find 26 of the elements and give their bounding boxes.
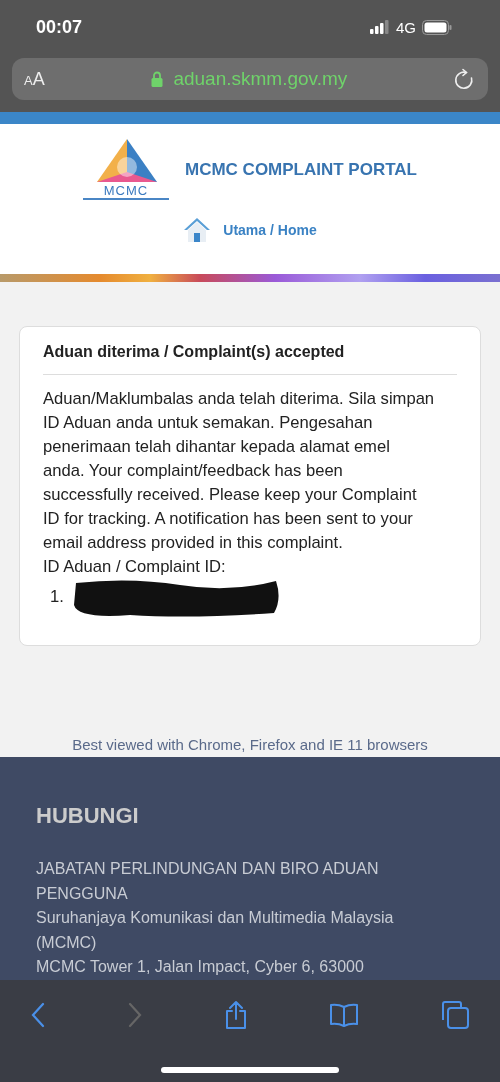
battery-icon [422, 19, 452, 35]
address-line: MCMC Tower 1, Jalan Impact, Cyber 6, 63000 [36, 957, 365, 977]
list-number: 1. [50, 586, 64, 608]
card-title: Aduan diterima / Complaint(s) accepted [43, 343, 457, 375]
share-icon [224, 1000, 248, 1030]
text-size-button[interactable]: AA [24, 68, 45, 90]
url-text: aduan.skmm.gov.my [173, 68, 348, 90]
footer-heading: HUBUNGI [36, 803, 140, 829]
clock-time: 00:07 [36, 16, 83, 38]
house-icon [183, 217, 212, 243]
address-line: Suruhanjaya Komunikasi dan Multimedia Malaysia (MCMC) [36, 908, 395, 953]
chevron-left-icon [30, 1002, 46, 1028]
portal-title: MCMC COMPLAINT PORTAL [185, 160, 417, 180]
book-icon [329, 1003, 359, 1027]
confirmation-message: Aduan/Maklumbalas anda telah diterima. Sila simpan ID Aduan anda untuk semakan. Pengesahan penerimaan telah dihantar kepada alamat emel anda. Your complaint/feedback has been successfully received. Please keep your Complaint ID for tracking. A notification has been sent to your email address provided in this complaint. [43, 388, 435, 554]
address-line: JABATAN PERLINDUNGAN DAN BIRO ADUAN PENGGUNA [36, 859, 380, 904]
logo-drawing: MCMC [83, 139, 171, 201]
signal-icon [370, 20, 390, 34]
home-link[interactable]: Utama / Home [183, 217, 317, 243]
address-bar[interactable]: AA aduan.skmm.gov.my [12, 58, 488, 100]
network-label: 4G [396, 18, 416, 36]
chevron-right-icon [127, 1002, 143, 1028]
browser-note: Best viewed with Chrome, Firefox and IE 11 browsers [71, 736, 429, 753]
reload-icon[interactable] [454, 68, 474, 90]
id-label: ID Aduan / Complaint ID: [43, 556, 227, 578]
tabs-icon [440, 1000, 470, 1030]
